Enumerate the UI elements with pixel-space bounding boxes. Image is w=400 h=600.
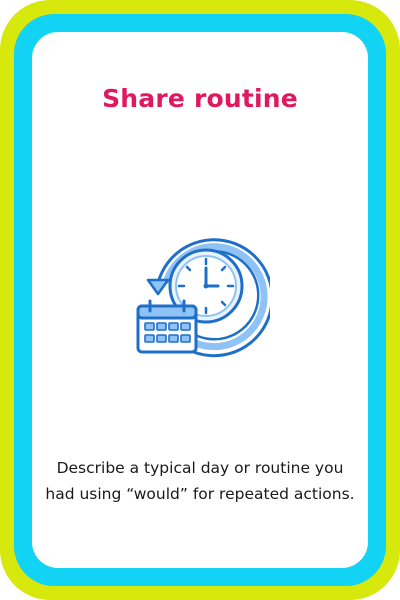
clock-calendar-cycle-icon <box>130 228 274 358</box>
card-description: Describe a typical day or routine you ha… <box>45 459 355 503</box>
card-title: Share routine <box>102 84 298 113</box>
